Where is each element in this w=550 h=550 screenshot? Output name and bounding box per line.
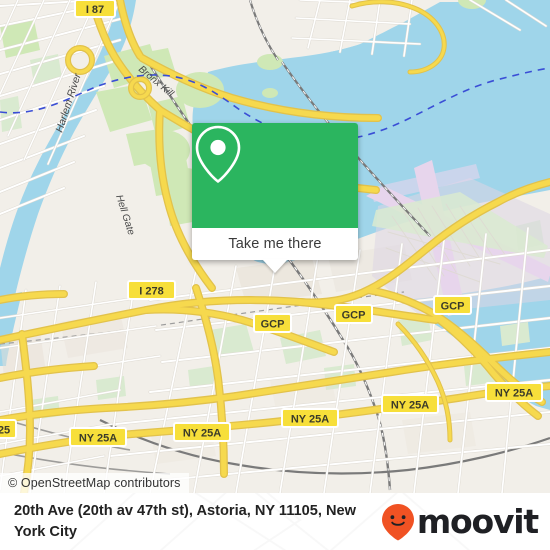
shield-ny-25a-3: NY 25A xyxy=(281,408,339,428)
svg-text:I 87: I 87 xyxy=(86,4,104,16)
card-pin-panel xyxy=(192,123,358,228)
shield-gcp-1: GCP xyxy=(253,313,292,333)
svg-text:GCP: GCP xyxy=(441,301,465,313)
moovit-wordmark: moovit xyxy=(416,502,539,541)
shield-gcp-3: GCP xyxy=(433,295,472,315)
shield-ny-25a-2: NY 25A xyxy=(173,422,231,442)
take-me-there-card[interactable]: Take me there xyxy=(192,123,358,273)
address-text: 20th Ave (20th av 47th st), Astoria, NY … xyxy=(14,502,357,540)
svg-text:GCP: GCP xyxy=(261,319,285,331)
card-pointer xyxy=(262,259,288,273)
take-me-there-label: Take me there xyxy=(228,236,322,252)
svg-text:GCP: GCP xyxy=(342,310,366,322)
shield-gcp-2: GCP xyxy=(334,304,373,324)
moovit-pin-smile-icon xyxy=(381,503,414,540)
svg-text:NY 25A: NY 25A xyxy=(495,388,533,400)
svg-text:NY 25A: NY 25A xyxy=(183,428,221,440)
svg-text:NY 25A: NY 25A xyxy=(79,433,117,445)
take-me-there-button[interactable]: Take me there xyxy=(192,228,358,260)
moovit-logo[interactable]: moovit xyxy=(381,502,539,541)
map-canvas[interactable]: .wtr{fill:#9fd5ea} .prk{fill:#cfe8b6} .p… xyxy=(0,0,550,493)
svg-text:NY 25A: NY 25A xyxy=(391,400,429,412)
svg-text:NY 25A: NY 25A xyxy=(291,414,329,426)
shield-ny-25a-4: NY 25A xyxy=(381,394,439,414)
shield-i-278: I 278 xyxy=(127,280,176,300)
shield-ny-25a-1: NY 25A xyxy=(69,427,127,447)
location-pin-icon xyxy=(195,125,241,183)
shield-i-87: I 87 xyxy=(74,0,116,18)
shield-ny-25a-5: NY 25A xyxy=(485,382,543,402)
map-attribution[interactable]: © OpenStreetMap contributors xyxy=(0,473,189,493)
svg-text:I 278: I 278 xyxy=(139,286,163,298)
screenshot-frame: .wtr{fill:#9fd5ea} .prk{fill:#cfe8b6} .p… xyxy=(0,0,550,550)
shield-ny-25: 25 xyxy=(0,419,17,439)
svg-text:25: 25 xyxy=(0,425,10,437)
footer-bar: 20th Ave (20th av 47th st), Astoria, NY … xyxy=(0,493,550,550)
